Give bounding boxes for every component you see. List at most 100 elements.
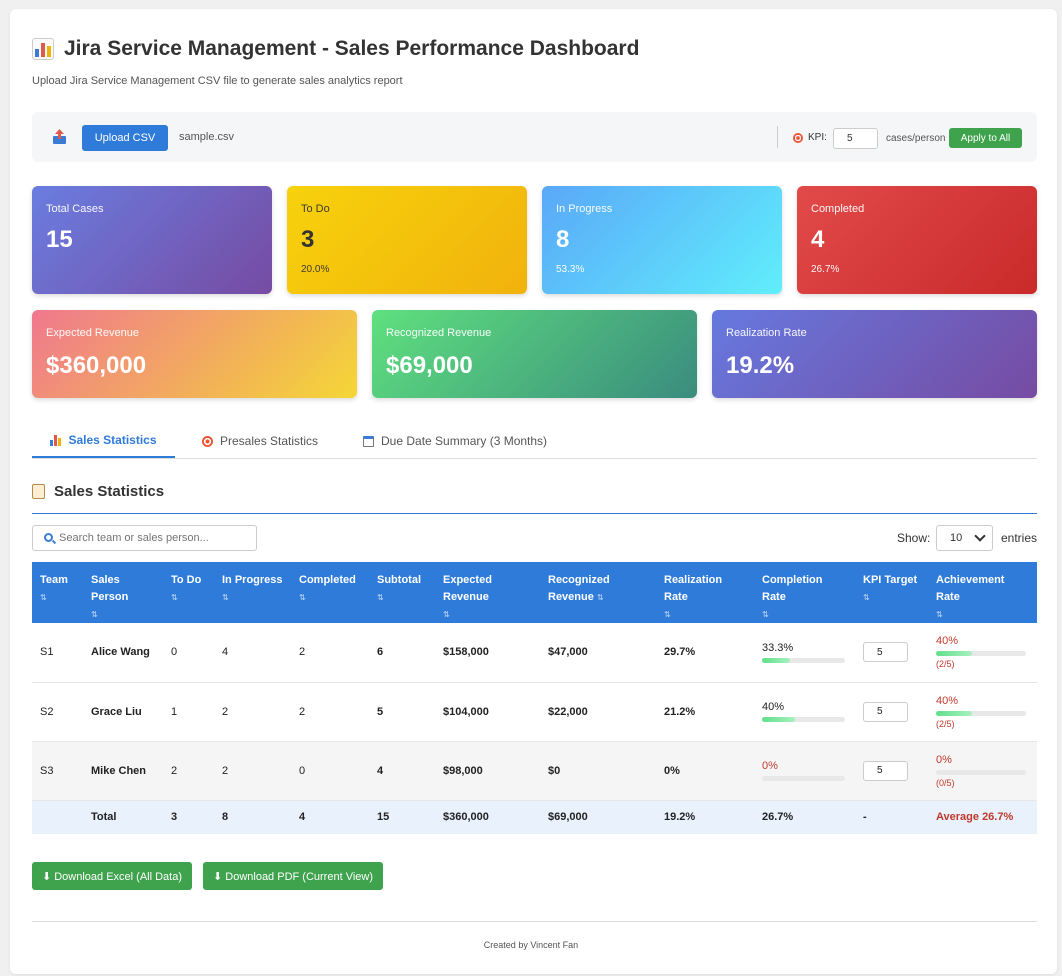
sort-icon: ⇅ xyxy=(40,593,47,602)
cell-realization-rate: 19.2% xyxy=(664,811,696,824)
column-header[interactable]: Team ⇅ xyxy=(32,562,83,623)
table-row: S3 Mike Chen 2 2 0 4 $98,000 $0 0% 0% 5 … xyxy=(32,741,1037,800)
tab-bar: Sales Statistics Presales Statistics Due… xyxy=(32,424,1037,459)
cell-expected-revenue: $158,000 xyxy=(443,646,489,659)
achievement-detail: (2/5) xyxy=(936,718,955,729)
achievement-progress-bar xyxy=(936,769,1026,775)
column-header[interactable]: KPI Target ⇅ xyxy=(855,562,928,623)
kpi-target-input[interactable]: 5 xyxy=(863,701,908,722)
calendar-icon xyxy=(363,435,374,447)
stat-card-total-cases: Total Cases 15 xyxy=(32,186,272,294)
column-header[interactable]: Completion Rate ⇅ xyxy=(754,562,855,623)
kpi-input[interactable] xyxy=(833,128,878,149)
cell-completed: 2 xyxy=(299,646,306,659)
stat-label: In Progress xyxy=(556,203,613,215)
cell-subtotal: 4 xyxy=(377,764,384,777)
sort-icon: ⇅ xyxy=(596,593,604,602)
cell-recognized-revenue: $22,000 xyxy=(548,705,588,718)
cell-achievement-average: Average 26.7% xyxy=(936,811,1014,824)
upload-bar: Upload CSV sample.csv KPI: cases/person … xyxy=(32,112,1037,162)
entries-select-value: 10 xyxy=(950,532,963,544)
stat-card-todo: To Do 3 20.0% xyxy=(287,186,527,294)
divider xyxy=(777,126,778,148)
column-header[interactable]: Expected Revenue ⇅ xyxy=(435,562,540,623)
table-row: S1 Alice Wang 0 4 2 6 $158,000 $47,000 2… xyxy=(32,623,1037,682)
target-icon xyxy=(202,435,213,447)
search-input[interactable] xyxy=(32,525,257,551)
bar-chart-icon xyxy=(50,434,62,446)
entries-select[interactable]: 10 xyxy=(936,525,993,551)
section-title-row: Sales Statistics xyxy=(32,483,164,500)
tab-due-date-summary[interactable]: Due Date Summary (3 Months) xyxy=(363,424,547,458)
progress-fill xyxy=(762,657,790,663)
column-header[interactable]: Realization Rate ⇅ xyxy=(656,562,754,623)
cell-achievement-rate: 40% (2/5) xyxy=(928,623,1037,682)
stat-card-expected-revenue: Expected Revenue $360,000 xyxy=(32,310,357,398)
completion-progress-bar xyxy=(762,657,845,663)
progress-fill xyxy=(762,717,796,722)
cell-team xyxy=(32,800,83,834)
cell-completed: 0 xyxy=(299,764,306,777)
page-subtitle: Upload Jira Service Management CSV file … xyxy=(32,75,403,87)
cell-expected-revenue: $360,000 xyxy=(443,811,489,824)
stat-percent: 26.7% xyxy=(811,264,840,275)
show-label: Show: xyxy=(897,531,931,545)
page-title: Jira Service Management - Sales Performa… xyxy=(64,37,640,60)
sort-icon: ⇅ xyxy=(936,610,943,619)
cell-completion-rate: 33.3% xyxy=(754,623,855,682)
sort-icon: ⇅ xyxy=(863,593,870,602)
cell-subtotal: 6 xyxy=(377,646,384,659)
column-header[interactable]: Recognized Revenue ⇅ xyxy=(540,562,656,623)
download-pdf-button[interactable]: ⬇ Download PDF (Current View) xyxy=(203,862,383,890)
cell-recognized-revenue: $0 xyxy=(548,764,561,777)
cell-completion-rate: 40% xyxy=(754,682,855,741)
apply-to-all-button[interactable]: Apply to All xyxy=(949,128,1022,148)
cell-completion-rate: 26.7% xyxy=(762,811,794,824)
cell-recognized-revenue: $69,000 xyxy=(548,811,588,824)
tab-label: Due Date Summary (3 Months) xyxy=(381,434,548,448)
page-title-row: Jira Service Management - Sales Performa… xyxy=(32,37,639,61)
cell-subtotal: 15 xyxy=(377,811,390,824)
cell-kpi-target: 5 xyxy=(855,741,928,800)
column-header[interactable]: Subtotal ⇅ xyxy=(369,562,435,623)
sort-icon: ⇅ xyxy=(171,593,178,602)
download-excel-button[interactable]: ⬇ Download Excel (All Data) xyxy=(32,862,192,890)
stat-label: Expected Revenue xyxy=(46,327,139,339)
cell-in-progress: 4 xyxy=(222,646,229,659)
kpi-target-input[interactable]: 5 xyxy=(863,760,908,781)
tab-presales-statistics[interactable]: Presales Statistics xyxy=(202,424,318,458)
sort-icon: ⇅ xyxy=(91,610,98,619)
achievement-detail: (0/5) xyxy=(936,777,955,788)
cell-sales-person: Alice Wang xyxy=(91,646,150,659)
progress-fill xyxy=(936,710,972,716)
bar-chart-icon xyxy=(32,38,54,60)
completion-rate-value: 0% xyxy=(762,760,778,772)
cell-expected-revenue: $104,000 xyxy=(443,705,489,718)
cell-team: S1 xyxy=(40,646,54,659)
stat-value: 8 xyxy=(556,226,570,253)
cell-team: S3 xyxy=(40,764,54,777)
stat-card-realization-rate: Realization Rate 19.2% xyxy=(712,310,1037,398)
column-header[interactable]: In Progress ⇅ xyxy=(214,562,291,623)
column-header[interactable]: Achievement Rate ⇅ xyxy=(928,562,1037,623)
footer-divider xyxy=(32,921,1037,922)
completion-rate-value: 33.3% xyxy=(762,641,794,654)
stat-percent: 20.0% xyxy=(301,264,330,275)
cell-in-progress: 8 xyxy=(222,811,229,824)
sort-icon: ⇅ xyxy=(443,610,450,619)
kpi-target-input[interactable]: 5 xyxy=(863,642,908,663)
column-header[interactable]: Completed ⇅ xyxy=(291,562,369,623)
footer-credit: Created by Vincent Fan xyxy=(483,940,579,950)
cell-kpi-target: 5 xyxy=(855,682,928,741)
cell-completion-rate: 0% xyxy=(754,741,855,800)
progress-fill xyxy=(936,651,972,657)
column-header[interactable]: Sales Person ⇅ xyxy=(83,562,163,623)
target-icon xyxy=(793,133,803,143)
cell-achievement-rate: 40% (2/5) xyxy=(928,682,1037,741)
completion-progress-bar xyxy=(762,717,845,722)
cell-completed: 4 xyxy=(299,811,306,824)
column-header[interactable]: To Do ⇅ xyxy=(163,562,214,623)
table-total-row: Total 3 8 4 15 $360,000 $69,000 19.2% 26… xyxy=(32,800,1037,834)
upload-csv-button[interactable]: Upload CSV xyxy=(82,125,168,151)
tab-sales-statistics[interactable]: Sales Statistics xyxy=(32,424,175,458)
